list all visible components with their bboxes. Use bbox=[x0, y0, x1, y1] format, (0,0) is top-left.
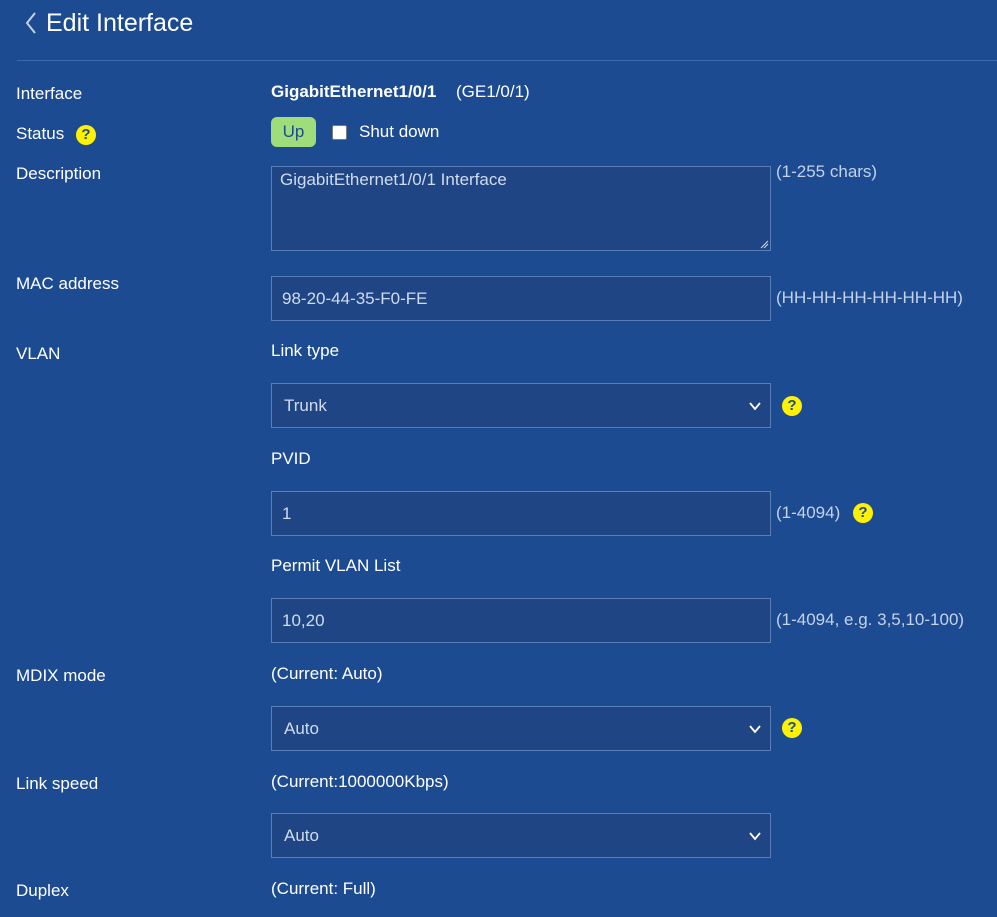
interface-label: Interface bbox=[16, 84, 83, 103]
mac-hint: (HH-HH-HH-HH-HH-HH) bbox=[776, 288, 963, 307]
mdix-value: Auto bbox=[284, 719, 319, 738]
duplex-current: (Current: Full) bbox=[271, 879, 376, 898]
page-title: Edit Interface bbox=[46, 9, 194, 37]
link-type-label: Link type bbox=[271, 341, 340, 360]
link-speed-current: (Current:1000000Kbps) bbox=[271, 772, 449, 791]
mac-input[interactable]: 98-20-44-35-F0-FE bbox=[271, 276, 771, 321]
back-chevron-icon[interactable] bbox=[22, 10, 42, 36]
permit-vlan-hint: (1-4094, e.g. 3,5,10-100) bbox=[776, 610, 965, 629]
resize-grip-icon[interactable] bbox=[759, 239, 769, 249]
status-label: Status bbox=[16, 124, 65, 143]
mdix-select[interactable]: Auto bbox=[271, 706, 771, 751]
link-type-select[interactable]: Trunk bbox=[271, 383, 771, 428]
shutdown-checkbox[interactable] bbox=[332, 125, 347, 140]
chevron-down-icon bbox=[749, 402, 761, 411]
vlan-label: VLAN bbox=[16, 344, 61, 363]
link-type-value: Trunk bbox=[284, 396, 327, 415]
link-speed-label: Link speed bbox=[16, 774, 99, 793]
permit-vlan-input[interactable]: 10,20 bbox=[271, 598, 771, 643]
duplex-label: Duplex bbox=[16, 881, 69, 900]
pvid-hint: (1-4094) bbox=[776, 503, 841, 522]
mac-label: MAC address bbox=[16, 274, 119, 293]
interface-short-name: (GE1/0/1) bbox=[456, 82, 530, 101]
status-help-icon[interactable]: ? bbox=[76, 125, 96, 145]
link-speed-select[interactable]: Auto bbox=[271, 813, 771, 858]
description-hint: (1-255 chars) bbox=[776, 162, 878, 181]
link-speed-value: Auto bbox=[284, 826, 319, 845]
pvid-help-icon[interactable]: ? bbox=[853, 503, 873, 523]
description-textarea[interactable]: GigabitEthernet1/0/1 Interface bbox=[271, 166, 771, 251]
shutdown-label: Shut down bbox=[359, 122, 440, 141]
description-value: GigabitEthernet1/0/1 Interface bbox=[280, 170, 507, 189]
mdix-label: MDIX mode bbox=[16, 666, 106, 685]
chevron-down-icon bbox=[749, 832, 761, 841]
permit-vlan-label: Permit VLAN List bbox=[271, 556, 401, 575]
pvid-label: PVID bbox=[271, 449, 311, 468]
chevron-down-icon bbox=[749, 725, 761, 734]
mdix-help-icon[interactable]: ? bbox=[782, 718, 802, 738]
header-divider bbox=[17, 60, 997, 61]
link-type-help-icon[interactable]: ? bbox=[782, 396, 802, 416]
interface-name: GigabitEthernet1/0/1 bbox=[271, 82, 437, 101]
mdix-current: (Current: Auto) bbox=[271, 664, 383, 683]
page-header: Edit Interface bbox=[0, 0, 997, 60]
pvid-input[interactable]: 1 bbox=[271, 491, 771, 536]
description-label: Description bbox=[16, 164, 102, 183]
status-badge: Up bbox=[271, 117, 316, 147]
